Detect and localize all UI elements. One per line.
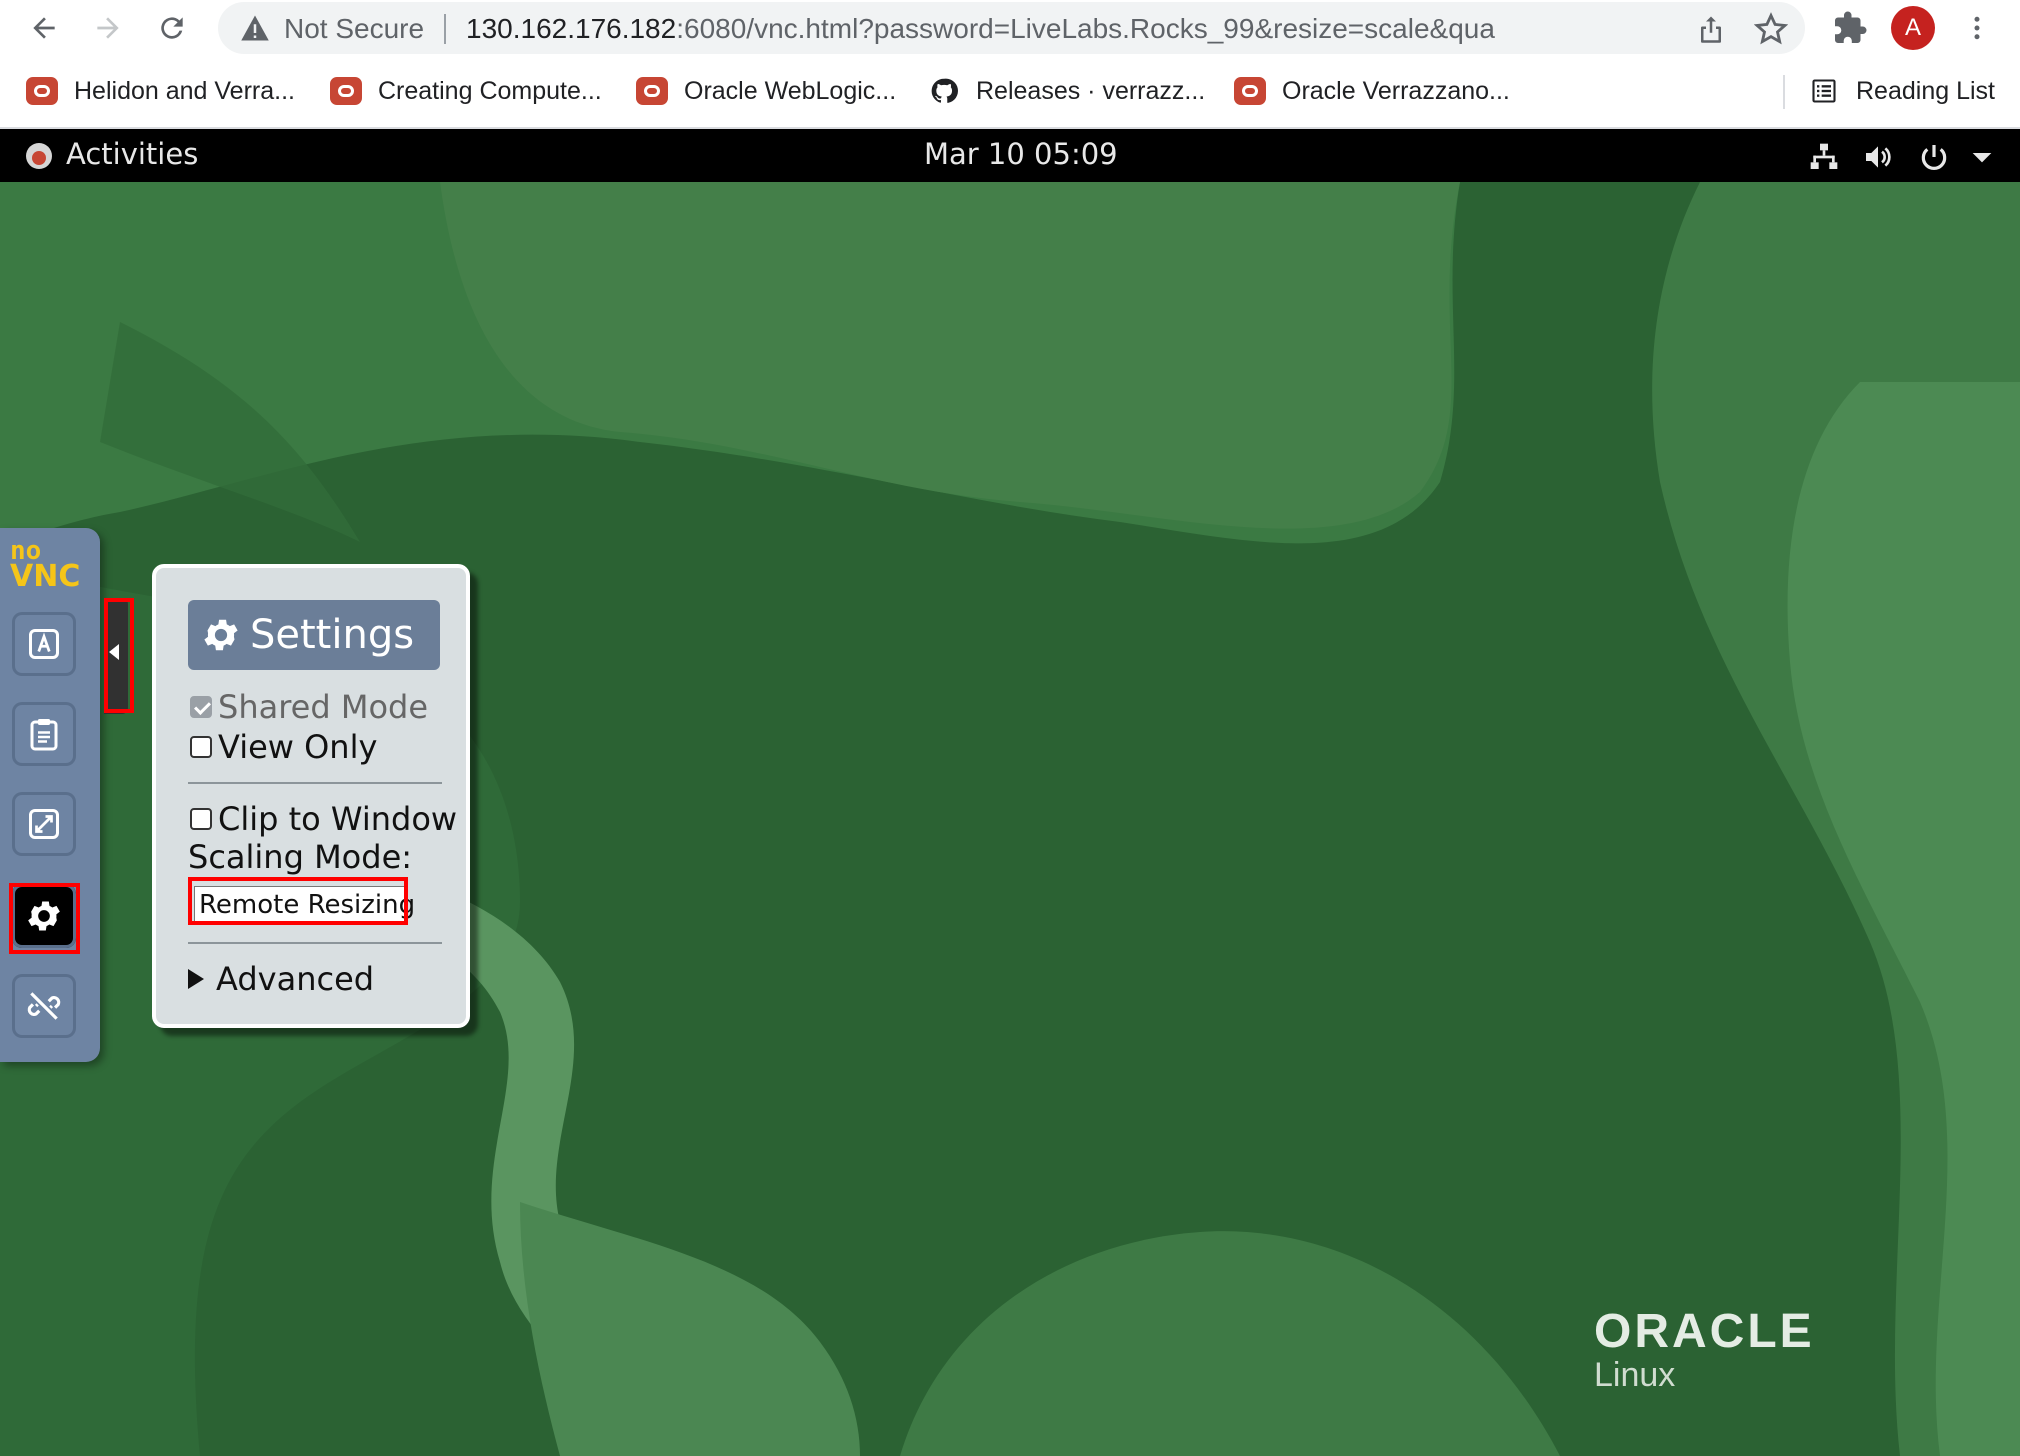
- reload-icon: [161, 17, 183, 39]
- extensions-icon[interactable]: [1832, 10, 1868, 46]
- browser-toolbar: Not Secure 130.162.176.182:6080/vnc.html…: [0, 0, 2020, 57]
- share-icon[interactable]: [1696, 14, 1726, 44]
- oracle-icon: [330, 77, 362, 105]
- fullscreen-icon: [29, 809, 59, 839]
- bookmark-item[interactable]: Oracle Verrazzano...: [1234, 71, 1510, 111]
- scaling-mode-highlight: [188, 877, 408, 925]
- disconnect-button[interactable]: [12, 974, 76, 1038]
- bookmark-label: Releases · verrazz...: [976, 76, 1206, 105]
- fullscreen-button[interactable]: [12, 792, 76, 856]
- oracle-brand-text: ORACLE: [1594, 1305, 1815, 1358]
- volume-icon[interactable]: [1862, 141, 1894, 173]
- settings-title: Settings: [250, 612, 415, 658]
- clip-to-window-option[interactable]: Clip to Window: [190, 800, 457, 838]
- not-secure-label[interactable]: Not Secure: [284, 13, 424, 45]
- bookmark-label: Oracle WebLogic...: [684, 76, 897, 105]
- activities-button[interactable]: Activities: [66, 137, 198, 171]
- settings-button-highlight: [9, 883, 80, 954]
- shared-mode-checkbox: [190, 696, 212, 718]
- url-host: 130.162.176.182: [466, 13, 677, 44]
- disconnect-icon: [27, 992, 61, 1020]
- reading-list-button[interactable]: Reading List: [1808, 71, 1995, 111]
- advanced-toggle[interactable]: Advanced: [188, 960, 374, 998]
- advanced-label: Advanced: [216, 960, 375, 998]
- oracle-icon: [26, 77, 58, 105]
- network-icon[interactable]: [1808, 141, 1840, 173]
- clip-to-window-checkbox[interactable]: [190, 808, 212, 830]
- warning-icon: [241, 15, 269, 41]
- back-icon: [33, 17, 55, 39]
- shared-mode-option: Shared Mode: [190, 688, 428, 726]
- gnome-top-bar: Activities Mar 10 05:09: [0, 129, 2020, 182]
- scaling-mode-label: Scaling Mode:: [188, 838, 413, 876]
- oracle-icon: [636, 77, 668, 105]
- bookmarks-bar: Helidon and Verra... Creating Compute...…: [0, 57, 2020, 129]
- reading-list-icon: [1812, 79, 1836, 103]
- bookmark-item[interactable]: Helidon and Verra...: [26, 71, 295, 111]
- view-only-label: View Only: [218, 728, 378, 766]
- novnc-logo-vnc: VNC: [10, 559, 81, 594]
- novnc-control-bar: no VNC: [0, 528, 100, 1062]
- handle-highlight: [104, 598, 134, 713]
- oracle-linux-text: Linux: [1594, 1356, 1676, 1394]
- settings-header: Settings: [188, 600, 440, 670]
- view-only-option[interactable]: View Only: [190, 728, 377, 766]
- clip-to-window-label: Clip to Window: [218, 800, 458, 838]
- bookmark-item[interactable]: Creating Compute...: [330, 71, 602, 111]
- forward-button[interactable]: [88, 8, 128, 48]
- expand-triangle-icon: [188, 969, 204, 989]
- system-menu-arrow-icon[interactable]: [1966, 141, 1998, 173]
- bookmarks-separator: [1783, 75, 1785, 109]
- omnibox-separator: [444, 14, 446, 44]
- bookmark-item[interactable]: Oracle WebLogic...: [636, 71, 896, 111]
- oracle-linux-logo-icon: [26, 143, 52, 169]
- reload-button[interactable]: [152, 8, 192, 48]
- address-bar[interactable]: Not Secure 130.162.176.182:6080/vnc.html…: [218, 2, 1805, 54]
- power-icon[interactable]: [1918, 141, 1950, 173]
- settings-divider: [188, 782, 442, 784]
- settings-panel: Settings Shared Mode View Only Clip to W…: [152, 564, 470, 1028]
- url-text[interactable]: 130.162.176.182:6080/vnc.html?password=L…: [466, 13, 1496, 45]
- bookmark-item[interactable]: Releases · verrazz...: [928, 71, 1205, 111]
- url-path: :6080/vnc.html?password=LiveLabs.Rocks_9…: [676, 13, 1496, 44]
- extra-keys-button[interactable]: [12, 612, 76, 676]
- gear-icon: [204, 619, 238, 651]
- keyboard-key-icon: [29, 629, 59, 659]
- back-button[interactable]: [24, 8, 64, 48]
- profile-avatar[interactable]: A: [1891, 6, 1935, 50]
- oracle-icon: [1234, 77, 1266, 105]
- bookmark-star-icon[interactable]: [1754, 12, 1788, 46]
- forward-icon: [97, 17, 119, 39]
- shared-mode-label: Shared Mode: [218, 688, 429, 726]
- reading-list-label: Reading List: [1856, 76, 1995, 105]
- view-only-checkbox[interactable]: [190, 736, 212, 758]
- clock[interactable]: Mar 10 05:09: [924, 137, 1118, 171]
- github-icon: [931, 78, 958, 103]
- settings-divider: [188, 942, 442, 944]
- menu-kebab-icon[interactable]: [1962, 10, 1992, 46]
- bookmark-label: Creating Compute...: [378, 76, 602, 105]
- bookmark-label: Helidon and Verra...: [74, 76, 295, 105]
- clipboard-icon: [30, 719, 58, 751]
- bookmark-label: Oracle Verrazzano...: [1282, 76, 1510, 105]
- clipboard-button[interactable]: [12, 702, 76, 766]
